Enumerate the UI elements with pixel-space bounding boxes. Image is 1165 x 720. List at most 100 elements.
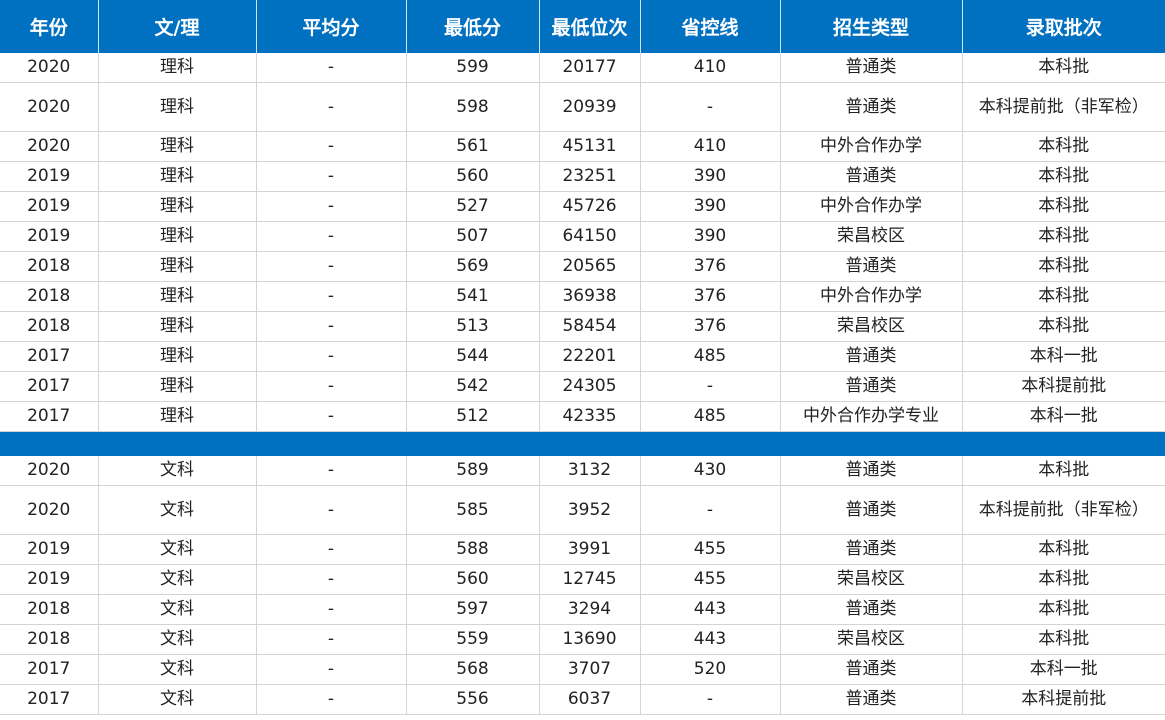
year-cell: 2019: [0, 161, 99, 192]
table-row: 2018 文科 -597 3294 443 普通类 本科批: [0, 594, 1165, 625]
min-rank-cell: 3991: [539, 534, 641, 565]
year-cell: 2017: [0, 371, 99, 402]
year-cell: 2020: [0, 131, 99, 162]
table-row: 2020 理科 -561 45131 410 中外合作办学 本科批: [0, 131, 1165, 162]
year-cell: 2019: [0, 534, 99, 565]
province-line-cell: 376: [640, 281, 781, 312]
min-rank-cell: 3707: [539, 654, 641, 685]
column-header-province-line: 省控线: [640, 0, 781, 53]
track-cell: 理科: [98, 401, 257, 432]
year-cell: 2018: [0, 311, 99, 342]
min-rank-cell: 64150: [539, 221, 641, 252]
enroll-type-cell: 中外合作办学: [780, 281, 963, 312]
average-score-cell: -: [256, 371, 407, 402]
column-header-min-rank: 最低位次: [539, 0, 641, 53]
table-row: 2019 理科 -560 23251 390 普通类 本科批: [0, 161, 1165, 192]
min-rank-cell: 58454: [539, 311, 641, 342]
year-cell: 2018: [0, 624, 99, 655]
min-score-cell: 544: [406, 341, 540, 372]
average-score-cell: -: [256, 53, 407, 83]
table-row: 2017 理科 -542 24305- 普通类 本科提前批: [0, 371, 1165, 402]
enroll-type-cell: 普通类: [780, 341, 963, 372]
column-header-year: 年份: [0, 0, 99, 53]
average-score-cell: -: [256, 624, 407, 655]
enroll-type-cell: 普通类: [780, 534, 963, 565]
min-score-cell: 542: [406, 371, 540, 402]
min-rank-cell: 24305: [539, 371, 641, 402]
table-row: 2019 文科 -588 3991 455 普通类 本科批: [0, 534, 1165, 565]
column-header-average-score: 平均分: [256, 0, 407, 53]
min-score-cell: 512: [406, 401, 540, 432]
year-cell: 2017: [0, 684, 99, 715]
track-cell: 理科: [98, 131, 257, 162]
table-row: 2018 理科 -569 20565 376 普通类 本科批: [0, 251, 1165, 282]
track-cell: 理科: [98, 53, 257, 83]
average-score-cell: -: [256, 594, 407, 625]
enroll-type-cell: 普通类: [780, 53, 963, 83]
average-score-cell: -: [256, 456, 407, 486]
average-score-cell: -: [256, 341, 407, 372]
batch-cell: 本科批: [962, 281, 1165, 312]
enroll-type-cell: 中外合作办学: [780, 131, 963, 162]
batch-cell: 本科提前批（非军检）: [962, 485, 1165, 535]
table-row: 2018 理科 -513 58454 376 荣昌校区 本科批: [0, 311, 1165, 342]
province-line-cell: -: [640, 684, 781, 715]
average-score-cell: -: [256, 654, 407, 685]
table-row: 2017 理科 -512 42335 485 中外合作办学专业 本科一批: [0, 401, 1165, 432]
province-line-cell: 410: [640, 131, 781, 162]
average-score-cell: -: [256, 251, 407, 282]
batch-cell: 本科批: [962, 161, 1165, 192]
track-cell: 文科: [98, 594, 257, 625]
year-cell: 2020: [0, 82, 99, 132]
enroll-type-cell: 普通类: [780, 251, 963, 282]
track-cell: 理科: [98, 371, 257, 402]
province-line-cell: 443: [640, 594, 781, 625]
batch-cell: 本科提前批: [962, 371, 1165, 402]
table-row: 2017 文科 -556 6037- 普通类 本科提前批: [0, 684, 1165, 715]
batch-cell: 本科批: [962, 456, 1165, 486]
province-line-cell: 485: [640, 401, 781, 432]
province-line-cell: -: [640, 82, 781, 132]
enroll-type-cell: 普通类: [780, 594, 963, 625]
min-score-cell: 598: [406, 82, 540, 132]
admission-score-table: 年份 文/理 平均分 最低分 最低位次 省控线 招生类型 录取批次 2020 理科…: [0, 0, 1165, 715]
table-row: 2018 理科 -541 36938 376 中外合作办学 本科批: [0, 281, 1165, 312]
track-cell: 理科: [98, 221, 257, 252]
batch-cell: 本科批: [962, 311, 1165, 342]
province-line-cell: 455: [640, 564, 781, 595]
province-line-cell: -: [640, 371, 781, 402]
enroll-type-cell: 普通类: [780, 654, 963, 685]
province-line-cell: 410: [640, 53, 781, 83]
track-cell: 理科: [98, 251, 257, 282]
enroll-type-cell: 普通类: [780, 371, 963, 402]
min-score-cell: 599: [406, 53, 540, 83]
track-cell: 文科: [98, 624, 257, 655]
min-score-cell: 560: [406, 161, 540, 192]
province-line-cell: 485: [640, 341, 781, 372]
average-score-cell: -: [256, 485, 407, 535]
batch-cell: 本科批: [962, 251, 1165, 282]
batch-cell: 本科批: [962, 131, 1165, 162]
min-score-cell: 527: [406, 191, 540, 222]
min-rank-cell: 6037: [539, 684, 641, 715]
min-score-cell: 589: [406, 456, 540, 486]
average-score-cell: -: [256, 131, 407, 162]
min-rank-cell: 20177: [539, 53, 641, 83]
year-cell: 2017: [0, 401, 99, 432]
average-score-cell: -: [256, 684, 407, 715]
enroll-type-cell: 普通类: [780, 485, 963, 535]
min-rank-cell: 22201: [539, 341, 641, 372]
min-score-cell: 569: [406, 251, 540, 282]
enroll-type-cell: 荣昌校区: [780, 311, 963, 342]
year-cell: 2019: [0, 191, 99, 222]
table-header: 年份 文/理 平均分 最低分 最低位次 省控线 招生类型 录取批次: [0, 0, 1165, 53]
min-rank-cell: 3132: [539, 456, 641, 486]
batch-cell: 本科批: [962, 624, 1165, 655]
average-score-cell: -: [256, 161, 407, 192]
table-row: 2017 文科 -568 3707 520 普通类 本科一批: [0, 654, 1165, 685]
track-cell: 文科: [98, 684, 257, 715]
track-cell: 理科: [98, 191, 257, 222]
min-score-cell: 559: [406, 624, 540, 655]
min-score-cell: 556: [406, 684, 540, 715]
enroll-type-cell: 荣昌校区: [780, 221, 963, 252]
